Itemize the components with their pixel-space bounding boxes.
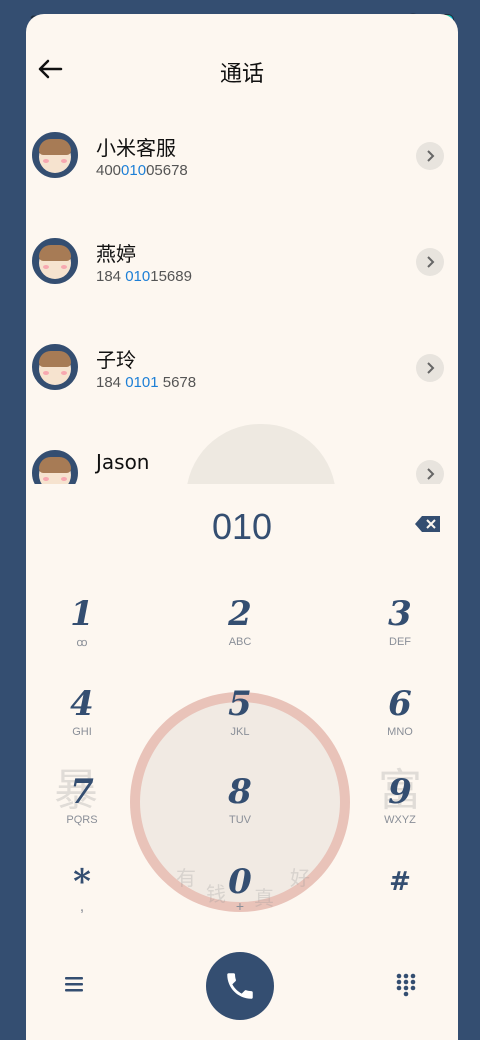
dial-input[interactable]: 010 (26, 506, 458, 548)
chevron-right-icon (427, 468, 435, 480)
key-6[interactable]: 6 MNO (340, 684, 460, 764)
contact-item[interactable]: 小米客服 40001005678 (26, 112, 458, 218)
key-3[interactable]: 3 DEF (340, 594, 460, 674)
key-5[interactable]: 5 JKL (180, 684, 300, 764)
contact-item[interactable]: 燕婷 184 01015689 (26, 218, 458, 324)
contact-number: 184 0101 5678 (96, 374, 197, 391)
avatar (32, 450, 78, 484)
dialpad-toggle-button[interactable] (394, 972, 418, 997)
dialer-panel: 暴 富 有 钱 真 好 010 1ꝏ 2 ABC 3 DEF 4 GHI 5 JKL 6… (26, 484, 458, 1040)
key-star[interactable]: *, (22, 862, 142, 942)
voicemail-icon: ꝏ (76, 637, 88, 649)
contact-name: 燕婷 (96, 242, 136, 266)
header: 通话 (26, 14, 458, 114)
contact-number: 184 01015689 (96, 268, 192, 285)
contact-detail-button[interactable] (416, 142, 444, 170)
backspace-button[interactable] (414, 514, 442, 534)
page-title: 通话 (219, 62, 264, 87)
key-4[interactable]: 4 GHI (22, 684, 142, 764)
contact-name: 小米客服 (96, 136, 176, 160)
chevron-right-icon (427, 362, 435, 374)
contact-item[interactable]: 子玲 184 0101 5678 (26, 324, 458, 430)
contact-detail-button[interactable] (416, 460, 444, 484)
dialpad-icon (396, 973, 416, 997)
key-1[interactable]: 1ꝏ (22, 594, 142, 674)
key-2[interactable]: 2 ABC (180, 594, 300, 674)
key-0[interactable]: 0 + (180, 862, 300, 942)
key-8[interactable]: 8 TUV (180, 772, 300, 852)
contact-panel: 通话 小米客服 40001005678 燕婷 184 01015689 子玲 1… (26, 14, 458, 484)
key-9[interactable]: 9 WXYZ (340, 772, 460, 852)
chevron-right-icon (427, 256, 435, 268)
contact-number: 40001005678 (96, 162, 188, 179)
avatar (32, 238, 78, 284)
contact-detail-button[interactable] (416, 354, 444, 382)
call-button[interactable] (206, 952, 274, 1020)
contact-name: Jason (96, 450, 150, 474)
contact-detail-button[interactable] (416, 248, 444, 276)
key-7[interactable]: 7 PQRS (22, 772, 142, 852)
avatar (32, 344, 78, 390)
chevron-right-icon (427, 150, 435, 162)
menu-button[interactable] (62, 972, 86, 996)
contact-name: 子玲 (96, 348, 136, 372)
key-hash[interactable]: # (340, 862, 460, 942)
avatar (32, 132, 78, 178)
menu-icon (65, 977, 83, 992)
phone-icon (227, 973, 253, 999)
contact-item[interactable]: Jason (26, 430, 458, 484)
backspace-icon (415, 516, 440, 532)
